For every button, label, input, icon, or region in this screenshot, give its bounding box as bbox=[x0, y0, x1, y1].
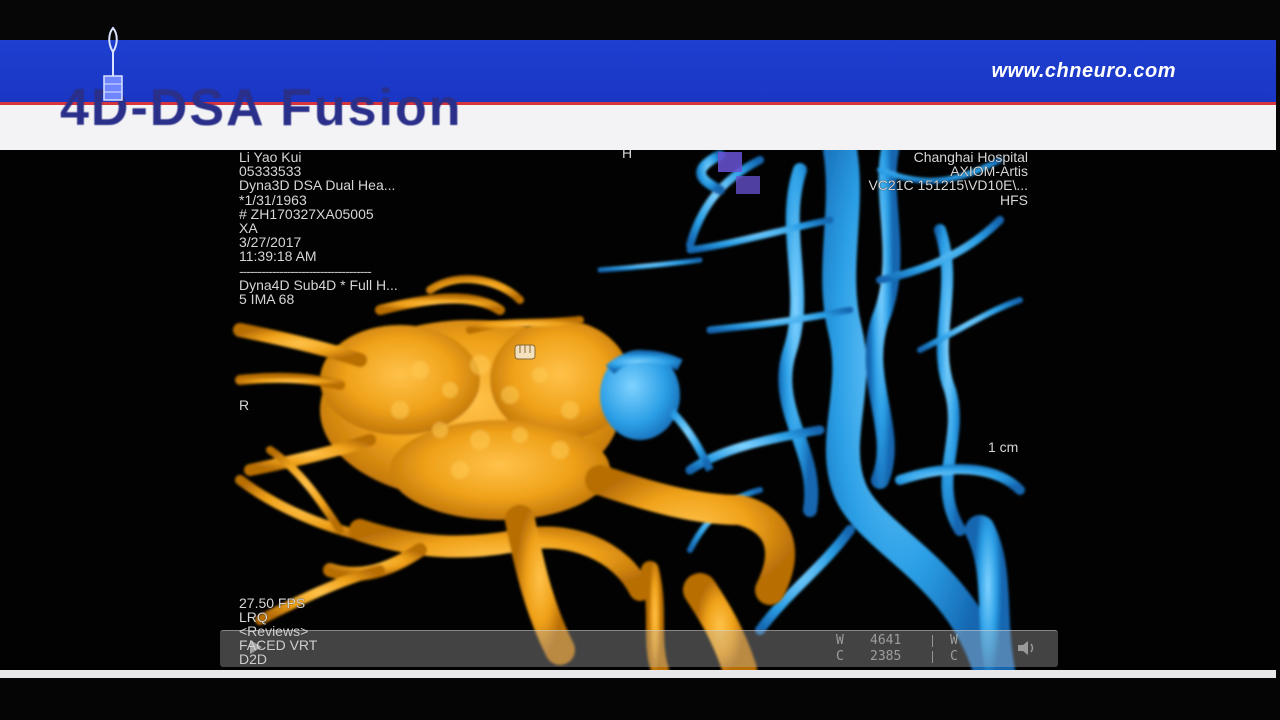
orientation-marker-left: R bbox=[239, 397, 250, 413]
patient-position: HFS bbox=[1000, 191, 1028, 208]
toolbar-divider-2 bbox=[932, 651, 933, 663]
slide-page: www.chneuro.com 4D-DSA Fusion Li Yao Kui… bbox=[0, 0, 1280, 720]
orientation-marker-top: H bbox=[622, 150, 633, 161]
device-name: AXIOM-Artis bbox=[950, 163, 1028, 180]
blue-marker-box bbox=[718, 152, 742, 172]
accession-number: # ZH170327XA05005 bbox=[239, 205, 374, 222]
slide-header: www.chneuro.com 4D-DSA Fusion bbox=[0, 26, 1276, 150]
blue-drainage bbox=[600, 350, 714, 472]
hand-cursor-icon bbox=[514, 344, 536, 360]
institution-info-overlay: Changhai Hospital AXIOM-Artis VC21C 1512… bbox=[868, 150, 1028, 207]
dsa-viewer[interactable]: Li Yao Kui 05333533 Dyna3D DSA Dual Hea.… bbox=[0, 150, 1280, 670]
slide-bottom-strip bbox=[0, 670, 1276, 678]
birth-date: *1/31/1963 bbox=[239, 191, 307, 208]
toolbar-divider bbox=[932, 635, 933, 647]
render-quality: LRQ bbox=[239, 609, 268, 625]
website-url: www.chneuro.com bbox=[991, 60, 1176, 82]
center-label-2: C bbox=[950, 649, 958, 664]
patient-id: 05333533 bbox=[239, 163, 302, 180]
window-value: 4641 bbox=[870, 633, 902, 648]
series-description: Dyna4D Sub4D * Full H... bbox=[239, 276, 398, 293]
study-description: Dyna3D DSA Dual Hea... bbox=[239, 177, 396, 194]
vascular-volume-render[interactable] bbox=[0, 150, 1280, 670]
study-time: 11:39:18 AM bbox=[239, 248, 317, 265]
software-version: VC21C 151215\VD10E\... bbox=[868, 177, 1028, 194]
orange-avm-nidus bbox=[320, 320, 630, 520]
image-number: 5 IMA 68 bbox=[239, 290, 295, 307]
play-icon[interactable] bbox=[250, 640, 262, 654]
frame-rate: 27.50 FPS bbox=[239, 595, 306, 611]
institution-logo-icon bbox=[103, 26, 123, 101]
study-date: 3/27/2017 bbox=[239, 234, 302, 251]
center-value: 2385 bbox=[870, 649, 902, 664]
window-label-2: W bbox=[950, 633, 958, 648]
scale-label: 1 cm bbox=[988, 439, 1019, 455]
institution-name: Changhai Hospital bbox=[913, 150, 1028, 165]
modality: XA bbox=[239, 219, 258, 236]
patient-info-overlay: Li Yao Kui 05333533 Dyna3D DSA Dual Hea.… bbox=[239, 150, 398, 306]
patient-name: Li Yao Kui bbox=[239, 150, 302, 165]
volume-icon[interactable] bbox=[1018, 640, 1038, 656]
playback-toolbar[interactable]: W 4641 W C 2385 C bbox=[220, 630, 1058, 667]
window-label: W bbox=[836, 633, 844, 648]
center-label: C bbox=[836, 649, 844, 664]
blue-marker-box-2 bbox=[736, 176, 760, 194]
info-separator: ------------------------------------ bbox=[239, 262, 372, 279]
